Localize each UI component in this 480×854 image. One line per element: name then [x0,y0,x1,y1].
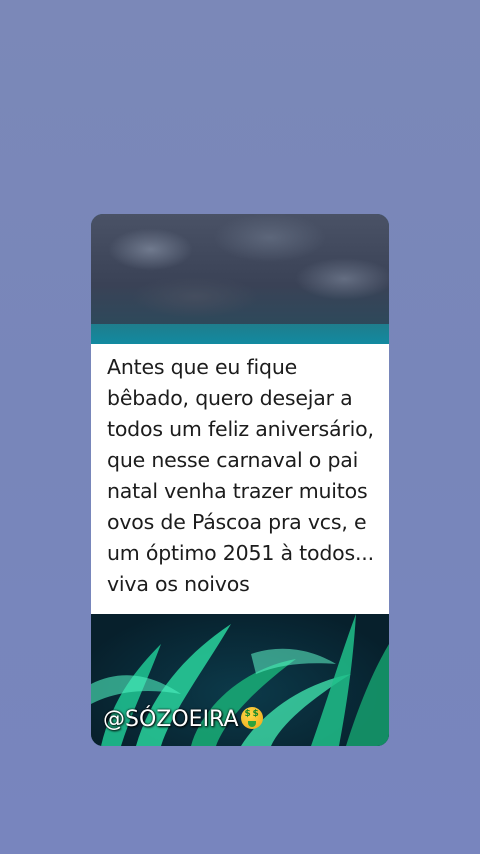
stormy-sky-image [91,214,389,332]
username-watermark: @SÓZOEIRA [103,707,263,732]
caption-box: Antes que eu fique bêbado, quero desejar… [91,344,389,620]
caption-text: Antes que eu fique bêbado, quero desejar… [107,355,374,596]
sea-image [91,324,389,344]
money-mouth-face-icon [240,707,263,729]
seaweed-image: @SÓZOEIRA [91,614,389,746]
post-card: Antes que eu fique bêbado, quero desejar… [91,214,389,746]
screen: { "post": { "text": "Antes que eu fique … [0,0,480,854]
username-text: @SÓZOEIRA [103,707,239,732]
